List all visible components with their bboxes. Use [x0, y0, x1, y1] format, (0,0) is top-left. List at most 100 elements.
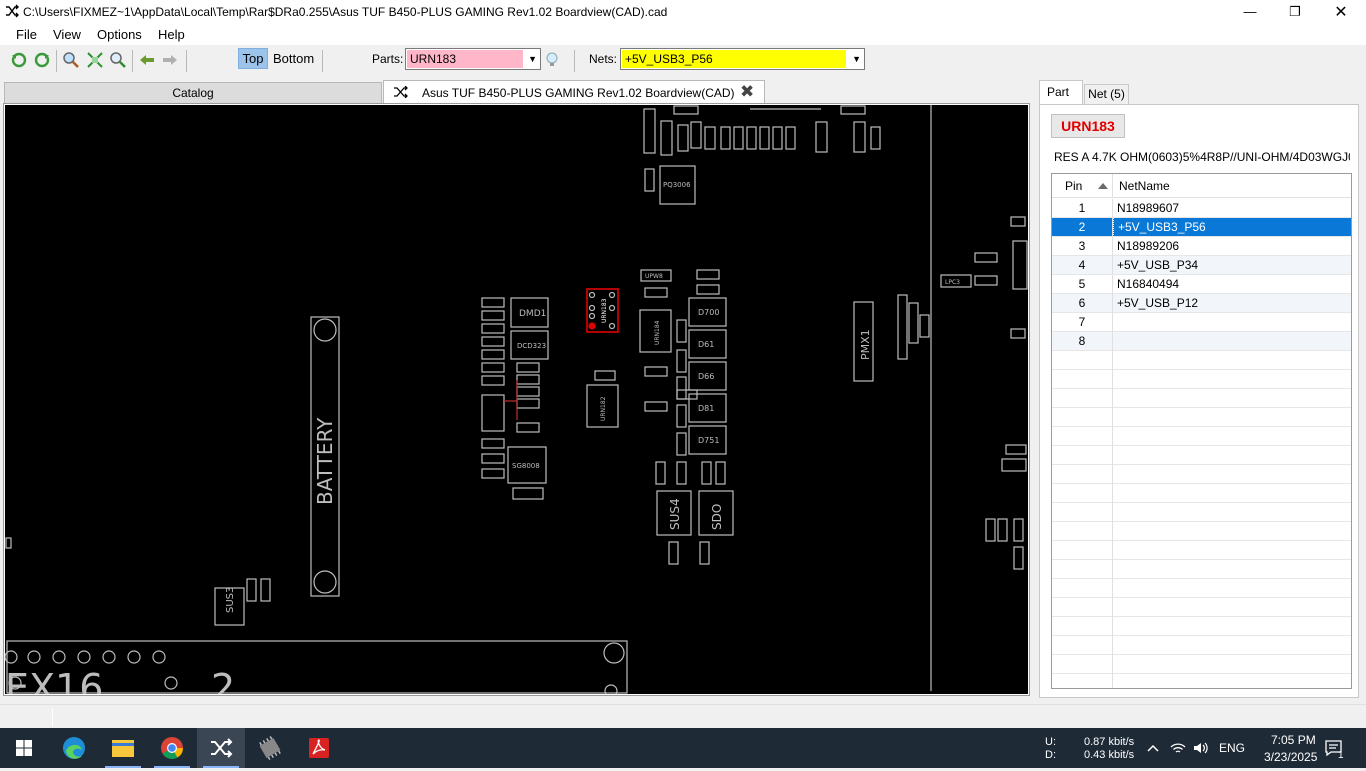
- bulb-icon[interactable]: [545, 52, 559, 68]
- close-icon: ✕: [1334, 3, 1348, 21]
- taskbar-boardview[interactable]: [197, 728, 245, 768]
- battery-pad: [313, 570, 337, 594]
- volume-icon[interactable]: [1192, 740, 1210, 756]
- menu-options[interactable]: Options: [97, 27, 142, 42]
- upload-label: U:: [1045, 736, 1056, 748]
- tab-net[interactable]: Net (5): [1084, 84, 1129, 104]
- tab-boardview[interactable]: Asus TUF B450-PLUS GAMING Rev1.02 Boardv…: [383, 80, 765, 103]
- empty-row: [1052, 674, 1351, 688]
- pin-cell: 8: [1052, 332, 1113, 351]
- top-side-button[interactable]: Top: [238, 48, 268, 69]
- empty-row: [1052, 598, 1351, 617]
- part-name-badge: URN183: [1051, 114, 1125, 138]
- menu-view[interactable]: View: [53, 27, 81, 42]
- status-bar: [0, 704, 1366, 728]
- file-explorer-icon: [112, 740, 134, 757]
- table-row[interactable]: 7: [1052, 313, 1351, 332]
- language-indicator[interactable]: ENG: [1219, 741, 1245, 755]
- taskbar-edge[interactable]: [50, 728, 98, 768]
- title-bar: C:\Users\FIXMEZ~1\AppData\Local\Temp\Rar…: [0, 0, 1366, 23]
- connector-silk-text: 2: [211, 666, 235, 694]
- close-tab-icon[interactable]: ✖: [740, 82, 754, 102]
- pin-cell: 5: [1052, 275, 1113, 294]
- menu-file[interactable]: File: [16, 27, 37, 42]
- parts-input[interactable]: [407, 50, 523, 68]
- chevron-down-icon[interactable]: ▼: [528, 54, 537, 64]
- back-arrow-icon[interactable]: [138, 51, 156, 69]
- board-canvas[interactable]: BATTERY EX16 2 SUS3 PQ3006 UPW8 DMD1 DCD…: [5, 105, 1028, 694]
- column-header-netname[interactable]: NetName: [1119, 174, 1170, 198]
- table-row[interactable]: 1 N18989607: [1052, 199, 1351, 218]
- maximize-button[interactable]: ❐: [1272, 0, 1318, 23]
- toolbar-separator: [574, 50, 575, 72]
- board-drawing[interactable]: BATTERY EX16 2 SUS3 PQ3006 UPW8 DMD1 DCD…: [5, 105, 1028, 694]
- table-row[interactable]: 8: [1052, 332, 1351, 351]
- boardview-icon: [211, 738, 233, 758]
- acrobat-icon: [309, 738, 329, 758]
- part-dcd323-label: DCD323: [517, 342, 546, 350]
- table-row[interactable]: 6 +5V_USB_P12: [1052, 294, 1351, 313]
- taskbar-chrome[interactable]: [148, 728, 196, 768]
- battery-pad: [313, 318, 337, 342]
- tab-part[interactable]: Part: [1039, 80, 1083, 104]
- windows-start-icon: [16, 740, 32, 756]
- menu-help[interactable]: Help: [158, 27, 185, 42]
- nets-input[interactable]: [622, 50, 846, 68]
- table-row[interactable]: 3 N18989206: [1052, 237, 1351, 256]
- net-cell: N18989206: [1117, 239, 1180, 253]
- board-canvas-frame: BATTERY EX16 2 SUS3 PQ3006 UPW8 DMD1 DCD…: [3, 103, 1030, 696]
- properties-panel: Part Net (5) URN183 RES A 4.7K OHM(0603)…: [1037, 80, 1360, 698]
- taskbar-file-explorer[interactable]: [99, 728, 147, 768]
- table-row-selected[interactable]: 2 +5V_USB3_P56: [1052, 218, 1351, 237]
- notification-count: 1: [1338, 750, 1344, 761]
- nets-combobox[interactable]: ▼: [620, 48, 865, 70]
- empty-row: [1052, 655, 1351, 674]
- bottom-side-button[interactable]: Bottom: [273, 51, 314, 66]
- start-button[interactable]: [0, 728, 48, 768]
- part-sg8008-label: SG8008: [512, 462, 540, 470]
- clock-date[interactable]: 3/23/2025: [1264, 750, 1317, 764]
- close-button[interactable]: ✕: [1318, 0, 1364, 23]
- rotate-right-icon[interactable]: [33, 51, 51, 69]
- table-row[interactable]: 5 N16840494: [1052, 275, 1351, 294]
- connector-silk-text: EX16: [5, 666, 103, 694]
- rotate-left-icon[interactable]: [10, 51, 28, 69]
- empty-row: [1052, 560, 1351, 579]
- empty-row: [1052, 522, 1351, 541]
- maximize-icon: ❐: [1289, 3, 1301, 19]
- wifi-icon[interactable]: [1170, 740, 1186, 756]
- taskbar-chip-app[interactable]: [246, 728, 294, 768]
- tab-catalog[interactable]: Catalog: [4, 82, 382, 103]
- boardview-icon: [394, 86, 408, 98]
- nets-label: Nets:: [589, 52, 618, 66]
- forward-arrow-icon[interactable]: [161, 51, 179, 69]
- pin-cell: 2: [1052, 218, 1113, 237]
- empty-row: [1052, 465, 1351, 484]
- chevron-down-icon[interactable]: ▼: [852, 54, 861, 64]
- empty-row: [1052, 408, 1351, 427]
- chevron-up-icon[interactable]: [1146, 741, 1160, 755]
- taskbar-acrobat[interactable]: [295, 728, 343, 768]
- column-header-pin[interactable]: Pin: [1052, 174, 1113, 198]
- toolbar-separator: [56, 50, 57, 72]
- empty-row: [1052, 351, 1351, 370]
- minimize-button[interactable]: —: [1227, 0, 1273, 23]
- download-speed: 0.43 kbit/s: [1084, 749, 1135, 761]
- parts-combobox[interactable]: ▼: [405, 48, 541, 70]
- chip-icon: [259, 735, 281, 761]
- upload-speed: 0.87 kbit/s: [1084, 736, 1135, 748]
- toolbar-separator: [322, 50, 323, 72]
- empty-row: [1052, 389, 1351, 408]
- column-header-pin-label: Pin: [1065, 179, 1083, 193]
- fit-icon[interactable]: [86, 51, 104, 69]
- battery-label: BATTERY: [313, 417, 337, 505]
- part-dmd1-label: DMD1: [519, 309, 546, 319]
- zoom-in-icon[interactable]: [62, 51, 80, 69]
- part-pq3006-label: PQ3006: [663, 181, 691, 189]
- zoom-out-icon[interactable]: [109, 51, 127, 69]
- sort-ascending-icon: [1098, 183, 1108, 189]
- clock-time[interactable]: 7:05 PM: [1271, 733, 1316, 747]
- net-cell: +5V_USB_P34: [1117, 258, 1199, 272]
- tab-boardview-label: Asus TUF B450-PLUS GAMING Rev1.02 Boardv…: [422, 86, 735, 100]
- table-row[interactable]: 4 +5V_USB_P34: [1052, 256, 1351, 275]
